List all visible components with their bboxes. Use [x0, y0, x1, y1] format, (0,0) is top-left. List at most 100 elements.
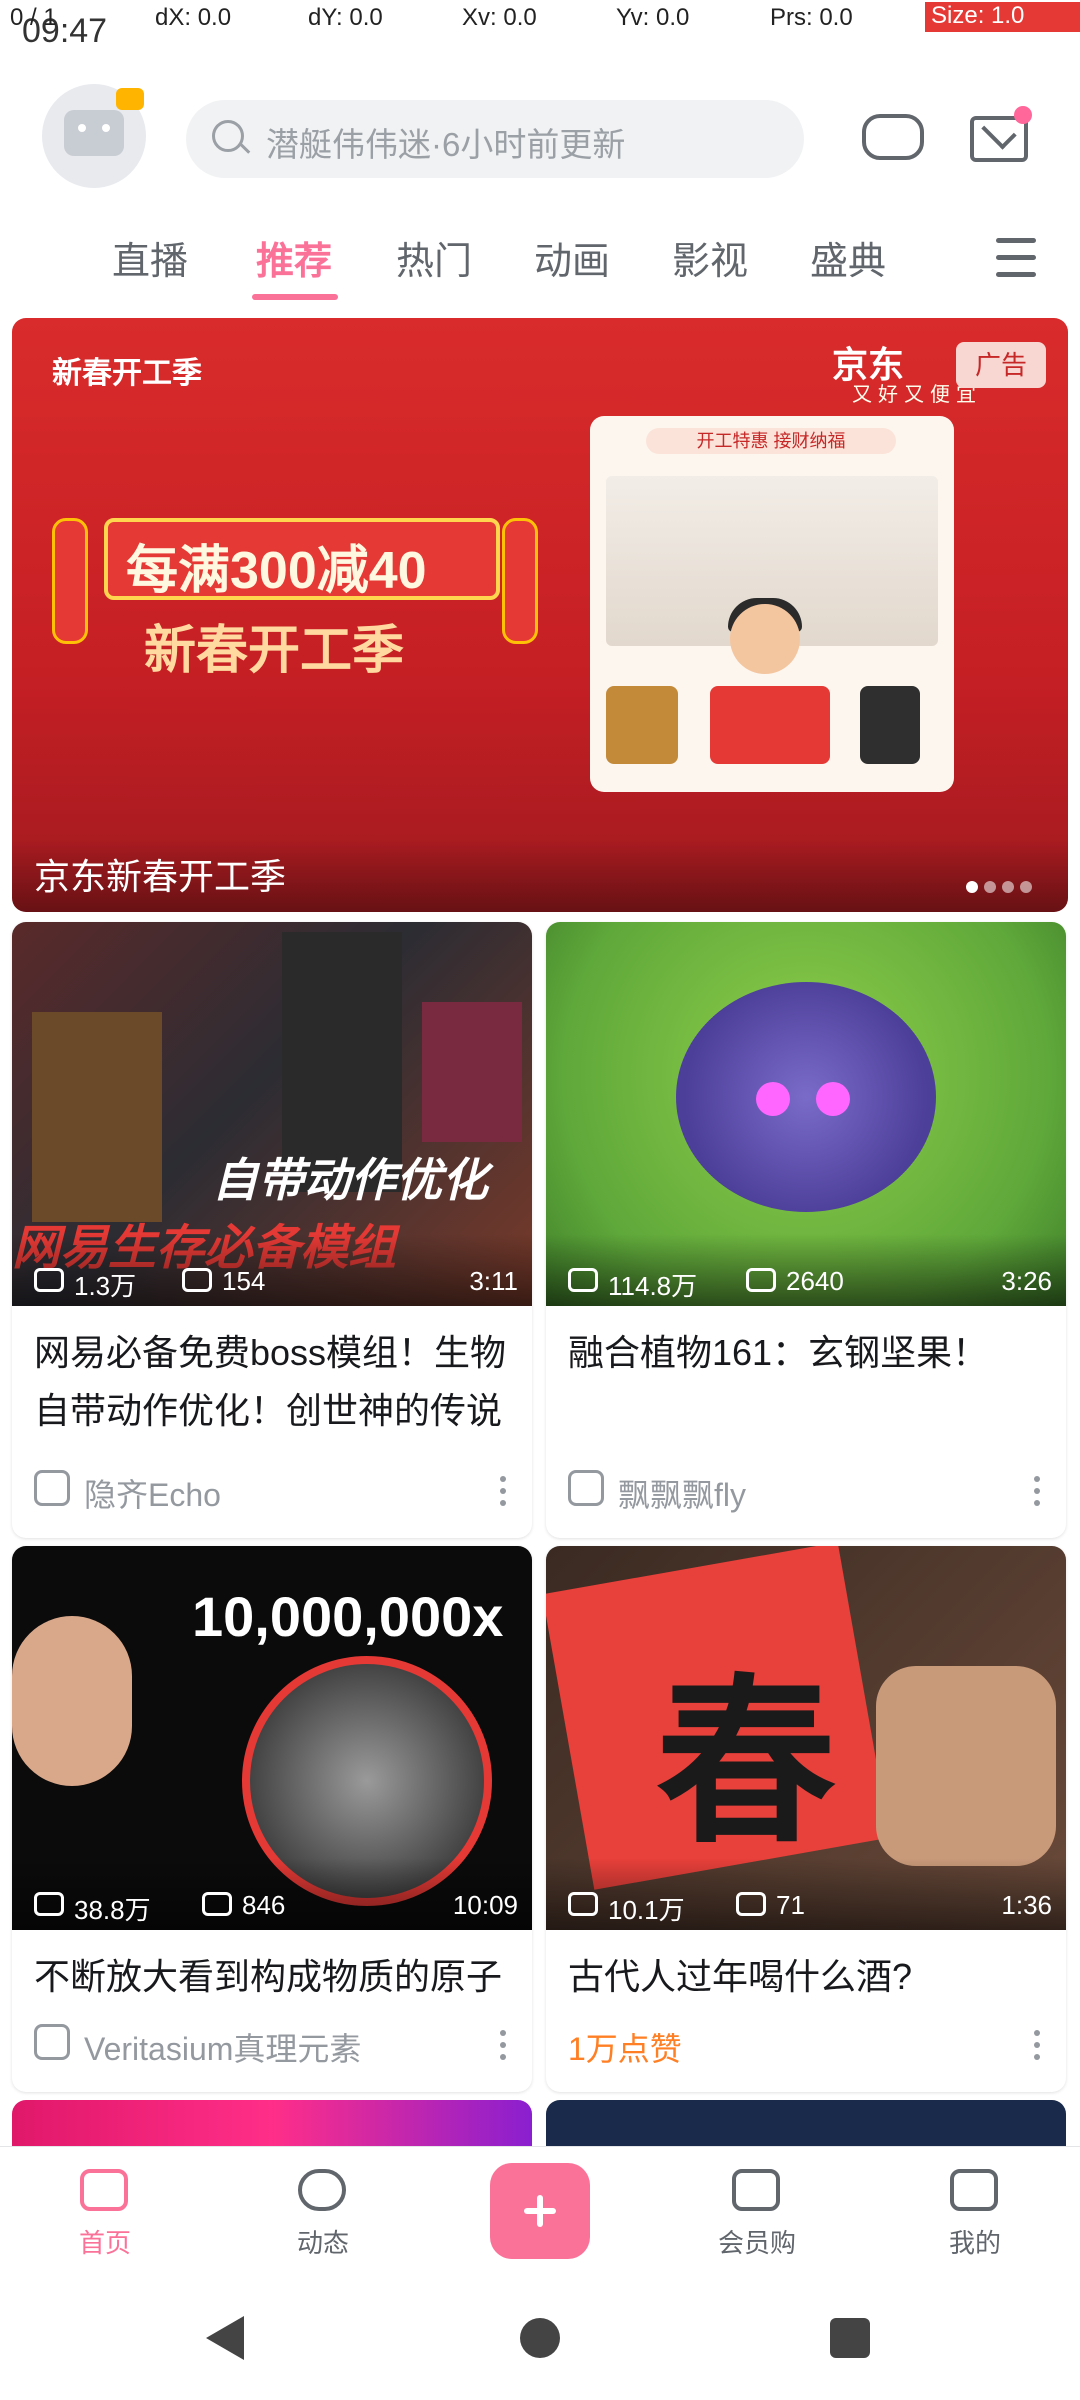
hand-icon: [876, 1666, 1056, 1866]
uploader-icon: [34, 1470, 70, 1506]
banner-brand-left: 新春开工季: [52, 357, 202, 390]
play-count-icon: [568, 1892, 598, 1916]
play-count-icon: [568, 1268, 598, 1292]
nav-home[interactable]: 首页: [30, 2155, 180, 2267]
nav-home-label: 首页: [78, 2228, 131, 2258]
nav-shop-label: 会员购: [717, 2228, 796, 2258]
vip-badge-icon: [116, 88, 144, 110]
promo-box: 每满300减40: [104, 518, 500, 600]
debug-yv: Yv: 0.0: [616, 4, 690, 31]
debug-prs: Prs: 0.0: [770, 4, 853, 31]
minecraft-character-icon: [32, 1012, 162, 1222]
uploader-name[interactable]: Veritasium真理元素: [84, 2024, 361, 2070]
next-card-peek: [546, 2100, 1066, 2146]
danmaku-count: 846: [242, 1890, 286, 1920]
search-placeholder: 潜艇伟伟迷·6小时前更新: [266, 126, 626, 163]
danmaku-count-icon: [182, 1268, 212, 1292]
more-options-button[interactable]: [1034, 1468, 1042, 1508]
back-button[interactable]: [206, 2316, 244, 2360]
video-duration: 10:09: [452, 1890, 518, 1920]
ad-tag[interactable]: 广告: [956, 342, 1046, 388]
notification-dot: [1014, 106, 1032, 124]
video-card[interactable]: 春 10.1万 71 1:36 古代人过年喝什么酒? 1万点赞: [546, 1546, 1066, 2092]
thumbnail-caption: 自带动作优化: [212, 1154, 488, 1206]
banner-pager-dots: [960, 880, 1032, 898]
next-card-peek: [12, 2100, 532, 2146]
uploader-icon: [568, 1470, 604, 1506]
tab-film[interactable]: 影视: [672, 230, 748, 285]
more-options-button[interactable]: [1034, 2022, 1042, 2062]
tab-menu-button[interactable]: [988, 228, 1044, 288]
home-icon: [80, 2169, 128, 2211]
uploader-name[interactable]: 隐齐Echo: [84, 1470, 221, 1516]
like-count-badge: 1万点赞: [568, 2031, 682, 2067]
danmaku-count: 2640: [786, 1266, 844, 1296]
nav-profile-label: 我的: [948, 2228, 1001, 2258]
danmaku-count-icon: [746, 1268, 776, 1292]
message-button[interactable]: [962, 100, 1032, 170]
profile-icon: [950, 2169, 998, 2211]
calligraphy-char: 春: [656, 1657, 837, 1868]
red-envelope-icon: [710, 686, 830, 764]
video-title: 网易必备免费boss模组！生物自带动作优化！创世神的传说: [34, 1332, 507, 1431]
recents-button[interactable]: [830, 2318, 870, 2358]
minecraft-block-icon: [422, 1002, 522, 1142]
lantern-left-icon: [52, 518, 88, 644]
promo-text: 每满300减40: [126, 542, 427, 600]
tab-recommend[interactable]: 推荐: [256, 230, 332, 285]
danmaku-count: 71: [776, 1890, 805, 1920]
plant-eye-left: [756, 1082, 790, 1116]
uploader-name[interactable]: 飘飘飘fly: [618, 1470, 746, 1516]
video-card[interactable]: 114.8万 2640 3:26 融合植物161：玄钢坚果！ 飘飘飘fly: [546, 922, 1066, 1538]
publish-button[interactable]: [490, 2163, 590, 2259]
video-title: 融合植物161：玄钢坚果！: [568, 1332, 989, 1373]
danmaku-count-icon: [202, 1892, 232, 1916]
top-header: 潜艇伟伟迷·6小时前更新: [0, 62, 1080, 210]
video-duration: 3:26: [1001, 1266, 1052, 1296]
search-bar[interactable]: 潜艇伟伟迷·6小时前更新: [186, 100, 804, 178]
dynamic-icon: [298, 2169, 346, 2211]
thumbnail-caption: 10,000,000x: [192, 1585, 504, 1648]
shop-icon: [732, 2169, 780, 2211]
debug-pointer: 0 / 1: [10, 4, 57, 31]
banner-title: 京东新春开工季: [34, 856, 287, 897]
play-count-icon: [34, 1892, 64, 1916]
tab-hot[interactable]: 热门: [396, 230, 472, 285]
nav-dynamic[interactable]: 动态: [248, 2155, 398, 2267]
more-options-button[interactable]: [500, 1468, 508, 1508]
play-count: 38.8万: [74, 1895, 151, 1925]
debug-dx: dX: 0.0: [155, 4, 232, 31]
tab-gala[interactable]: 盛典: [810, 230, 886, 285]
video-card[interactable]: 自带动作优化 网易生存必备模组 1.3万 154 3:11 网易必备免费boss…: [12, 922, 532, 1538]
character-face: [730, 604, 800, 674]
tab-live[interactable]: 直播: [112, 230, 188, 285]
phone-icon: [860, 686, 920, 764]
bottom-navigation: 首页 动态 会员购 我的: [0, 2146, 1080, 2275]
nav-dynamic-label: 动态: [296, 2228, 349, 2258]
card-caption: 开工特惠 接财纳福: [646, 428, 896, 454]
nav-shop[interactable]: 会员购: [682, 2155, 832, 2267]
debug-size: Size: 1.0: [925, 2, 1080, 32]
plant-eye-right: [816, 1082, 850, 1116]
banner-illustration: 开工特惠 接财纳福: [590, 416, 954, 792]
nav-profile[interactable]: 我的: [900, 2155, 1050, 2267]
lantern-right-icon: [502, 518, 538, 644]
avatar-face-icon: [64, 110, 124, 156]
video-duration: 1:36: [1001, 1890, 1052, 1920]
debug-xv: Xv: 0.0: [462, 4, 537, 31]
plant-character-icon: [676, 982, 936, 1212]
game-center-button[interactable]: [856, 100, 926, 170]
danmaku-count-icon: [736, 1892, 766, 1916]
search-icon: [212, 120, 244, 152]
video-card[interactable]: 10,000,000x 38.8万 846 10:09 不断放大看到构成物质的原…: [12, 1546, 532, 2092]
banner-ad[interactable]: 新春开工季 京东 又好又便宜 广告 每满300减40 新春开工季 开工特惠 接财…: [12, 318, 1068, 912]
status-bar: 09:47 0 / 1 dX: 0.0 dY: 0.0 Xv: 0.0 Yv: …: [0, 0, 1080, 62]
more-options-button[interactable]: [500, 2022, 508, 2062]
danmaku-count: 154: [222, 1266, 266, 1296]
video-title: 古代人过年喝什么酒?: [568, 1956, 913, 1997]
active-tab-indicator: [252, 294, 338, 300]
video-duration: 3:11: [469, 1266, 518, 1296]
home-button[interactable]: [520, 2318, 560, 2358]
play-count: 114.8万: [608, 1271, 698, 1301]
tab-anime[interactable]: 动画: [534, 230, 610, 285]
